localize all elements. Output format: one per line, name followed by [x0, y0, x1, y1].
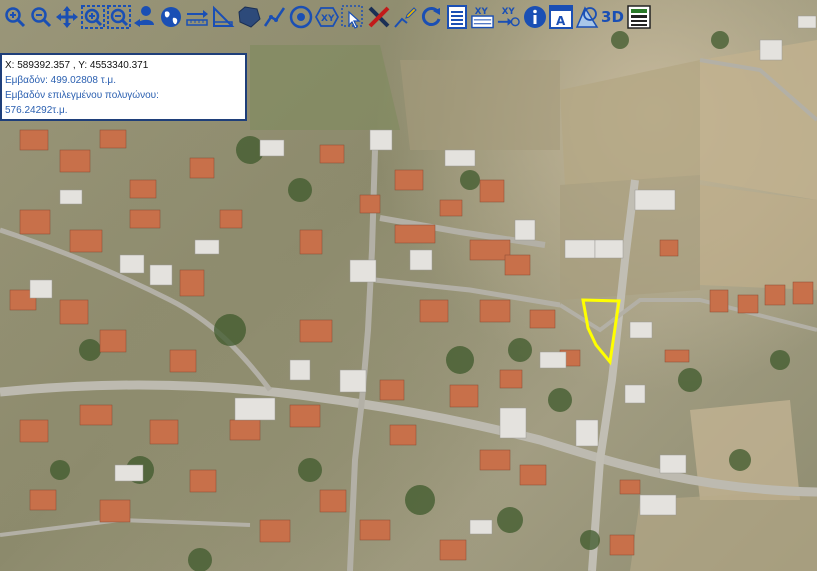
selected-polygon-area-value: 576.24292τ.μ.: [5, 105, 68, 116]
map-toolbar: XY XY XY A 3D: [0, 0, 704, 34]
info-icon[interactable]: [522, 2, 547, 32]
polyline-icon[interactable]: [262, 2, 287, 32]
select-icon[interactable]: [340, 2, 365, 32]
measure-area-icon[interactable]: [210, 2, 235, 32]
polygon-icon[interactable]: [236, 2, 261, 32]
measurement-info-panel: X: 589392.357 , Y: 4553340.371 Εμβαδόν: …: [0, 53, 247, 121]
clear-icon[interactable]: [366, 2, 391, 32]
svg-text:XY: XY: [321, 14, 335, 24]
selected-polygon-area-label: Εμβαδόν επιλεγμένου πολυγώνου:: [5, 90, 159, 101]
area-measurement: Εμβαδόν: 499.02808 τ.μ.: [5, 75, 116, 86]
layers-icon[interactable]: [574, 2, 599, 32]
xy-goto-icon[interactable]: XY: [496, 2, 521, 32]
list-icon[interactable]: [444, 2, 469, 32]
cursor-coordinates: X: 589392.357 , Y: 4553340.371: [5, 60, 149, 71]
zoom-box-in-icon[interactable]: [80, 2, 105, 32]
circle-target-icon[interactable]: [288, 2, 313, 32]
measure-distance-icon[interactable]: [184, 2, 209, 32]
globe-icon[interactable]: [158, 2, 183, 32]
edit-vertex-icon[interactable]: [392, 2, 417, 32]
text-label-icon[interactable]: A: [548, 2, 573, 32]
xy-table-icon[interactable]: XY: [470, 2, 495, 32]
zoom-in-icon[interactable]: [2, 2, 27, 32]
3d-view-icon[interactable]: 3D: [600, 2, 625, 32]
zoom-out-icon[interactable]: [28, 2, 53, 32]
3d-view-label: 3D: [601, 8, 624, 26]
svg-text:A: A: [556, 14, 566, 28]
refresh-icon[interactable]: [418, 2, 443, 32]
pan-icon[interactable]: [54, 2, 79, 32]
legend-icon[interactable]: [626, 2, 651, 32]
xy-polygon-icon[interactable]: XY: [314, 2, 339, 32]
locate-user-icon[interactable]: [132, 2, 157, 32]
zoom-box-out-icon[interactable]: [106, 2, 131, 32]
svg-text:XY: XY: [502, 7, 516, 17]
